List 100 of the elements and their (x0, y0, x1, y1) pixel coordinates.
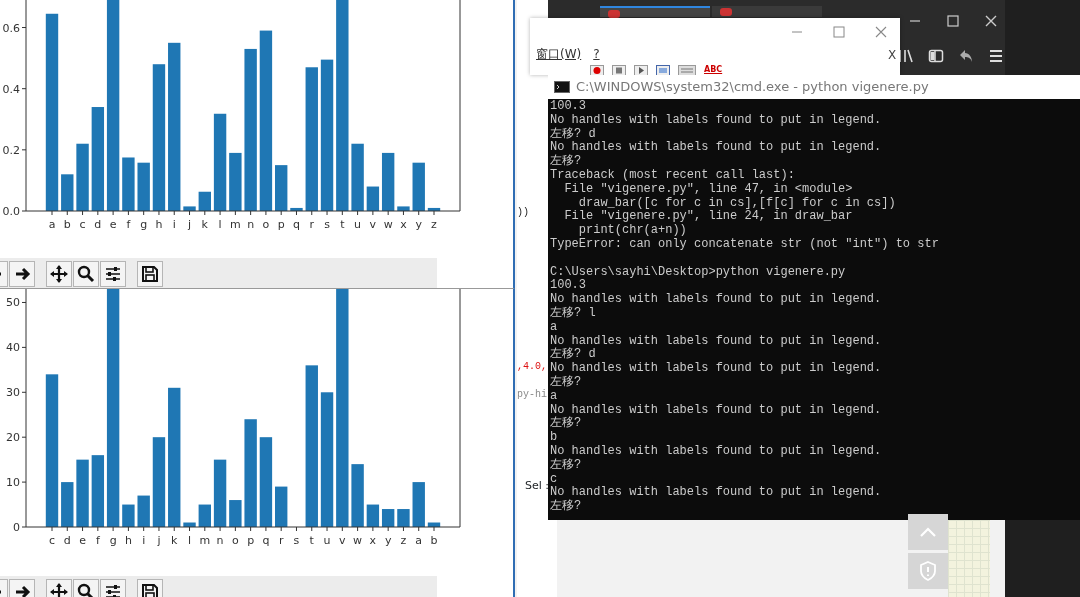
maximize-icon[interactable] (946, 14, 960, 28)
console-line: 左移? (550, 155, 583, 169)
bar (366, 504, 380, 527)
tick-label: 0.4 (2, 82, 20, 96)
spellcheck-button[interactable]: ABC (704, 64, 723, 76)
tick-label: 0.2 (2, 143, 20, 157)
tick-label: f (95, 534, 100, 547)
console-line: 左移? d (550, 127, 597, 141)
tick-label: b (430, 534, 438, 547)
console-line: TypeError: can only concatenate str (not "int") to str (550, 237, 940, 252)
tick-label: i (142, 534, 146, 547)
tick-label: w (383, 218, 393, 231)
bar (351, 143, 364, 211)
console-line: No handles with labels found to put in legend. (550, 113, 883, 127)
save-icon (140, 582, 160, 597)
tick-label: u (323, 534, 331, 547)
bar (427, 207, 441, 211)
bar (61, 482, 74, 527)
bar (198, 504, 211, 527)
tick-label: c (79, 218, 86, 231)
browser-tab[interactable] (600, 6, 710, 17)
console-line: No handles with labels found to put in legend. (550, 293, 883, 307)
code-text: )) (517, 206, 529, 220)
menu-icon[interactable] (988, 48, 1004, 64)
status-text: Sel : (525, 478, 549, 494)
shield-icon (919, 561, 937, 581)
bar (76, 459, 89, 527)
close-icon[interactable] (984, 14, 998, 28)
stop-icon[interactable] (612, 64, 626, 76)
search-icon (76, 264, 96, 284)
console-line: Traceback (most recent call last): (550, 169, 796, 183)
step-icon[interactable] (656, 64, 670, 76)
tick-label: q (293, 218, 300, 231)
tick-label: o (262, 218, 270, 231)
console-icon (554, 81, 570, 93)
library-icon[interactable] (898, 48, 914, 64)
tab-favicon-icon (720, 8, 732, 16)
tick-label: 50 (6, 296, 20, 310)
console-line: File "vigenere.py", line 47, in <module> (563, 182, 854, 197)
close-button[interactable]: X (888, 46, 897, 64)
tick-label: d (94, 218, 102, 231)
pan-button[interactable] (46, 261, 72, 287)
forward-button[interactable] (9, 261, 35, 287)
tick-label: u (354, 218, 362, 231)
tick-label: n (216, 534, 224, 547)
tick-label: 10 (6, 476, 20, 490)
tick-label: w (353, 534, 363, 547)
console-line: draw_bar([c for c in cs],[f[c] for c in cs]) (577, 196, 897, 210)
settings-button[interactable] (100, 261, 126, 287)
bar (183, 206, 196, 211)
tick-label: y (415, 218, 422, 231)
bar (229, 152, 242, 211)
tick-label: m (199, 534, 211, 547)
tick-label: t (340, 218, 345, 231)
tick-label: l (188, 534, 192, 547)
undo-icon[interactable] (958, 48, 974, 64)
search-button[interactable] (73, 261, 99, 287)
tick-label: y (384, 534, 392, 547)
console-line: C:\Users\sayhi\Desktop>python vigenere.py (550, 265, 847, 279)
tick-label: k (201, 218, 208, 231)
console-line: 左移? (550, 375, 583, 390)
record-icon[interactable] (590, 64, 604, 76)
bar (137, 162, 150, 211)
tick-label: j (188, 218, 192, 231)
tick-label: v (369, 218, 377, 231)
list-icon[interactable] (678, 64, 696, 76)
console-line: b (550, 431, 559, 445)
tick-label: k (171, 534, 178, 547)
tick-label: 40 (6, 341, 20, 355)
play-icon[interactable] (634, 64, 648, 76)
tick-label: j (157, 534, 161, 547)
console-line: No handles with labels found to put in legend. (550, 141, 883, 155)
console-line: 左移? d (550, 348, 597, 362)
settings-icon (103, 582, 123, 597)
bar (229, 500, 242, 527)
menu-item[interactable]: 窗口(W) (536, 45, 582, 63)
bar (137, 495, 150, 527)
tick-label: 20 (6, 431, 20, 445)
console-line: 左移? (550, 458, 583, 473)
bar (412, 162, 425, 211)
menu-item[interactable]: ? (593, 45, 600, 63)
tick-label: a (48, 218, 56, 231)
tick-label: 30 (6, 386, 20, 400)
bar (397, 206, 410, 211)
tick-label: h (124, 534, 132, 547)
sidebar-icon[interactable] (928, 48, 944, 64)
bar (275, 486, 288, 527)
tick-label: e (109, 218, 117, 231)
tick-label: x (400, 218, 407, 231)
code-text: ,4.0, (517, 360, 547, 374)
tick-label: e (79, 534, 86, 547)
tick-label: v (339, 534, 346, 547)
save-button[interactable] (137, 261, 163, 287)
bar (122, 504, 135, 527)
chevron-up-icon (919, 526, 937, 538)
tick-label: r (278, 534, 284, 547)
tick-label: z (400, 534, 407, 547)
tick-label: x (369, 534, 377, 547)
bar (61, 174, 74, 211)
console-line: print(chr(a+n)) (577, 224, 688, 238)
